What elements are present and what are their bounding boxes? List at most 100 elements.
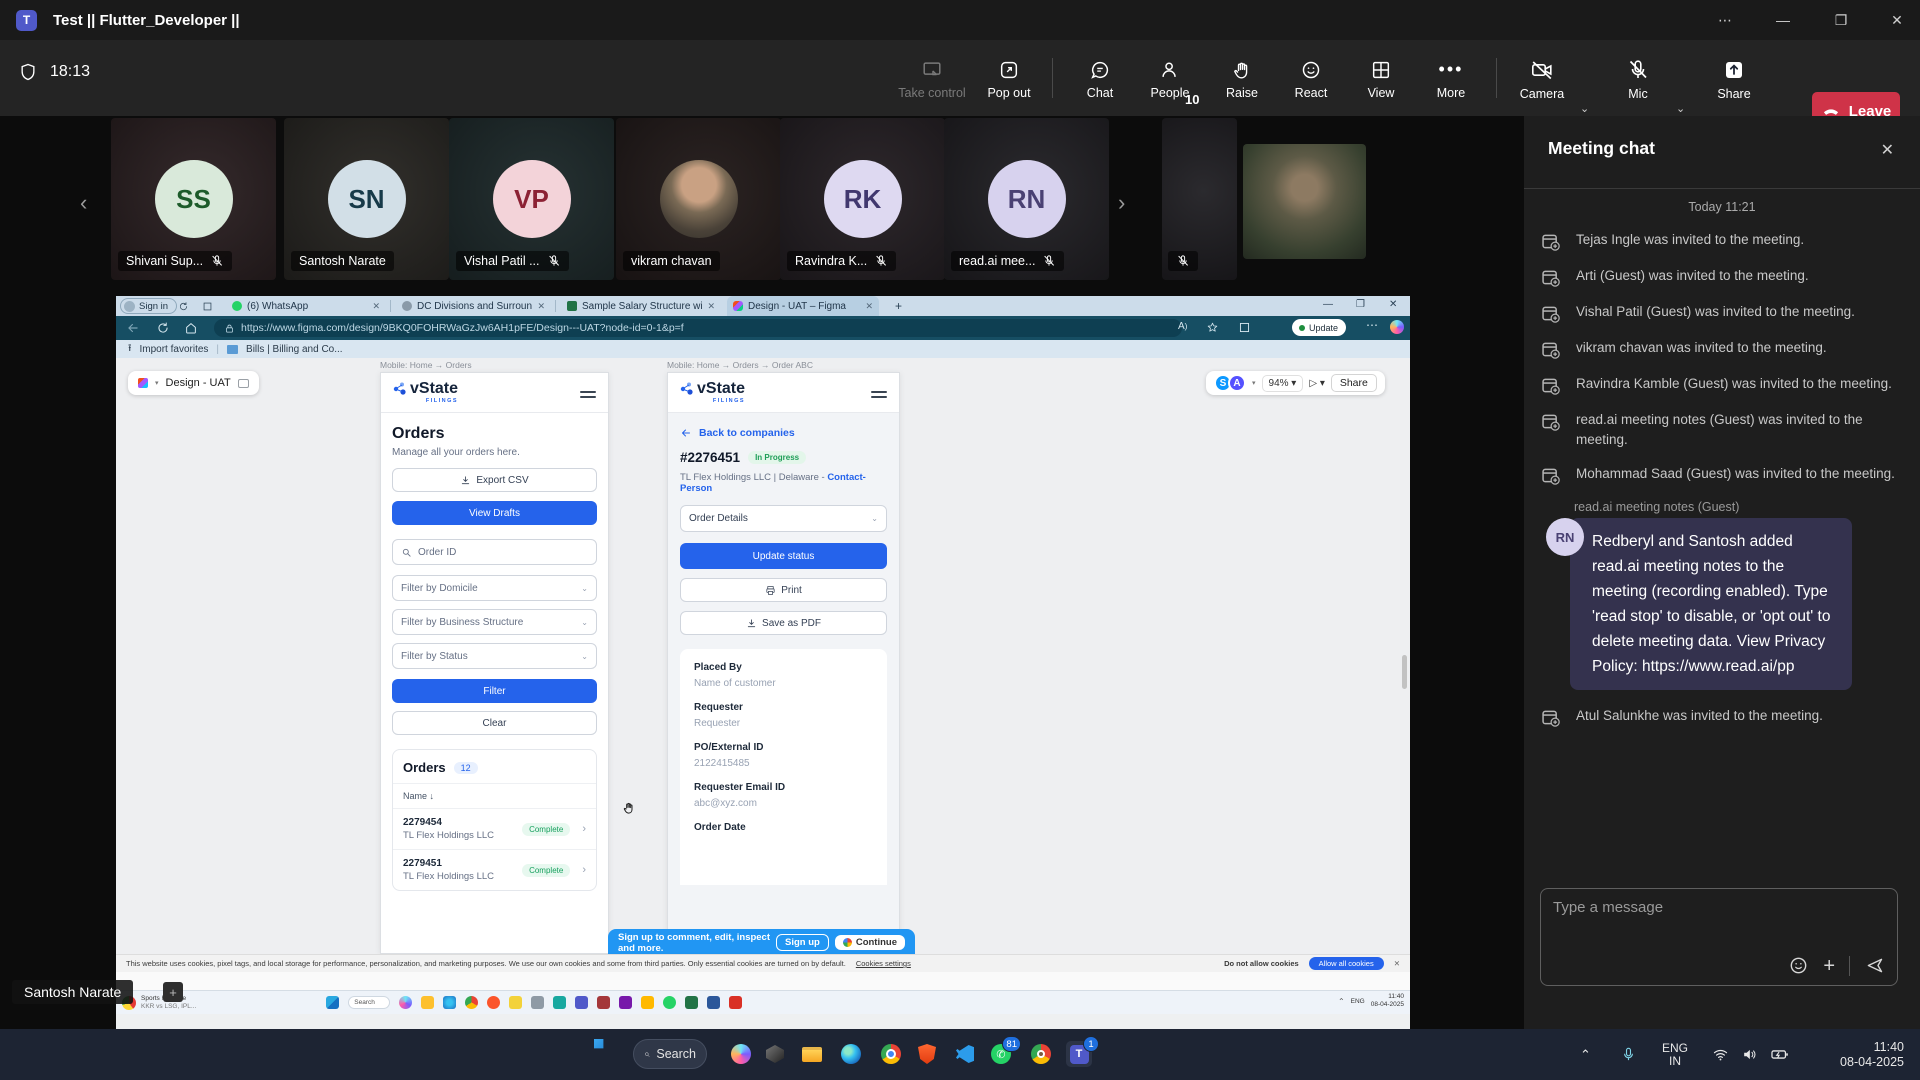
cookie-close-icon[interactable]: ✕ <box>1394 959 1400 968</box>
acrobat-icon[interactable] <box>729 996 742 1009</box>
teams-icon[interactable] <box>575 996 588 1009</box>
sign-up-button[interactable]: Sign up <box>776 934 829 951</box>
hamburger-menu-icon[interactable] <box>580 388 596 401</box>
tiles-next-icon[interactable]: › <box>1118 190 1125 216</box>
tray-expand-icon[interactable]: ⌃ <box>1580 1029 1591 1080</box>
minimize-icon[interactable]: — <box>1760 0 1806 40</box>
browser-menu-icon[interactable]: ⋯ <box>1366 318 1379 332</box>
split-screen-icon[interactable] <box>1238 321 1251 334</box>
participant-tile[interactable]: RN read.ai mee... <box>944 118 1109 280</box>
participant-tile[interactable]: vikram chavan <box>616 118 781 280</box>
frame1-label[interactable]: Mobile: Home → Orders <box>380 360 472 370</box>
back-icon[interactable] <box>126 321 140 335</box>
chevron-down-icon[interactable]: ▾ <box>1252 379 1256 387</box>
mic-chevron-icon[interactable]: ⌄ <box>1676 102 1685 115</box>
battery-icon[interactable] <box>1770 1029 1789 1080</box>
deny-cookies-button[interactable]: Do not allow cookies <box>1224 959 1299 968</box>
read-aloud-icon[interactable]: A) <box>1178 321 1187 332</box>
brave-icon[interactable] <box>487 996 500 1009</box>
tray-mic-icon[interactable] <box>1620 1029 1637 1080</box>
emoji-icon[interactable] <box>1788 955 1809 976</box>
camera-chevron-icon[interactable]: ⌄ <box>1580 102 1589 115</box>
excel-icon[interactable] <box>685 996 698 1009</box>
raise-button[interactable]: Raise <box>1210 48 1274 110</box>
browser-minimize-icon[interactable]: — <box>1323 299 1333 310</box>
chevron-right-icon[interactable]: › <box>582 864 586 876</box>
chat-message[interactable]: RN Redberyl and Santosh added read.ai me… <box>1540 518 1904 690</box>
pop-out-button[interactable]: Pop out <box>977 48 1041 110</box>
chrome-profile-icon[interactable] <box>1028 1041 1054 1067</box>
tab-close-icon[interactable]: ✕ <box>865 301 873 312</box>
chat-message-input[interactable] <box>1553 899 1873 916</box>
browser-profile-button[interactable]: Sign in <box>120 298 177 314</box>
export-csv-button[interactable]: Export CSV <box>392 468 597 492</box>
zoom-level-select[interactable]: 94% ▾ <box>1262 375 1304 392</box>
app-icon[interactable] <box>509 996 522 1009</box>
browser-tab-salary-sheet[interactable]: Sample Salary Structure with calc✕ <box>561 296 721 316</box>
close-icon[interactable]: ✕ <box>1874 0 1920 40</box>
taskbar-clock[interactable]: 11:4008-04-2025 <box>1812 1029 1904 1080</box>
vscode-icon[interactable] <box>952 1041 978 1067</box>
tab-close-icon[interactable]: ✕ <box>537 301 545 312</box>
send-icon[interactable] <box>1864 955 1885 976</box>
participant-tile-partial[interactable] <box>1162 118 1237 280</box>
app-icon[interactable] <box>531 996 544 1009</box>
chevron-down-icon[interactable]: ▾ <box>155 379 159 387</box>
clear-button[interactable]: Clear <box>392 711 597 735</box>
chat-button[interactable]: Chat <box>1068 48 1132 110</box>
print-button[interactable]: Print <box>680 578 887 602</box>
participant-tile[interactable]: SS Shivani Sup... <box>111 118 276 280</box>
browser-restore-icon[interactable]: ❐ <box>1356 299 1365 310</box>
refresh-icon[interactable] <box>156 321 170 335</box>
react-button[interactable]: React <box>1279 48 1343 110</box>
wifi-icon[interactable] <box>1712 1029 1729 1080</box>
game-bar-icon[interactable] <box>762 1041 788 1067</box>
chrome-icon[interactable] <box>878 1041 904 1067</box>
window-menu-icon[interactable]: ⋯ <box>1702 0 1748 40</box>
participant-tile[interactable]: VP Vishal Patil ... <box>449 118 614 280</box>
order-row[interactable]: 2279454 TL Flex Holdings LLC Complete › <box>393 808 596 849</box>
chat-message-list[interactable]: Today 11:21 Tejas Ingle was invited to t… <box>1540 200 1904 742</box>
attach-plus-icon[interactable]: + <box>1823 956 1835 976</box>
participant-tile[interactable]: RK Ravindra K... <box>780 118 945 280</box>
browser-tab-dc-divisions[interactable]: DC Divisions and Surroundings✕ <box>396 296 551 316</box>
collaborator-avatar[interactable]: A <box>1228 374 1246 392</box>
hamburger-menu-icon[interactable] <box>871 388 887 401</box>
app-icon[interactable] <box>553 996 566 1009</box>
tab-actions-icon[interactable] <box>178 301 189 312</box>
volume-icon[interactable] <box>1741 1029 1758 1080</box>
figma-file-pill[interactable]: ▾ Design - UAT <box>128 371 259 395</box>
tray-chevron-icon[interactable]: ⌃ <box>1338 997 1345 1006</box>
order-id-search[interactable]: Order ID <box>392 539 597 565</box>
allow-cookies-button[interactable]: Allow all cookies <box>1309 957 1384 970</box>
app-icon[interactable] <box>619 996 632 1009</box>
mic-button[interactable]: Mic <box>1606 48 1670 110</box>
brave-icon[interactable] <box>914 1041 940 1067</box>
save-as-pdf-button[interactable]: Save as PDF <box>680 611 887 635</box>
filter-domicile-select[interactable]: Filter by Domicile⌄ <box>392 575 597 601</box>
tray-language[interactable]: ENG <box>1351 998 1365 1005</box>
order-details-select[interactable]: Order Details⌄ <box>680 505 887 532</box>
whatsapp-icon[interactable] <box>663 996 676 1009</box>
copilot-taskbar-icon[interactable] <box>728 1041 754 1067</box>
favorites-folder[interactable]: Bills | Billing and Co... <box>246 344 343 355</box>
copilot-icon[interactable] <box>1390 320 1404 334</box>
chrome-icon[interactable] <box>465 996 478 1009</box>
search-pill[interactable]: Search <box>348 996 390 1009</box>
tab-close-icon[interactable]: ✕ <box>372 301 380 312</box>
browser-close-icon[interactable]: ✕ <box>1389 299 1397 310</box>
new-tab-icon[interactable]: + <box>895 299 902 313</box>
google-continue-button[interactable]: Continue <box>835 935 905 950</box>
tray-clock[interactable]: 11:40 08-04-2025 <box>1371 993 1404 1009</box>
tab-close-icon[interactable]: ✕ <box>707 301 715 312</box>
page-scrollbar-thumb[interactable] <box>1402 655 1407 689</box>
view-drafts-button[interactable]: View Drafts <box>392 501 597 525</box>
news-widget[interactable]: Sports headline KKR vs LSG, IPL... <box>122 995 196 1011</box>
start-icon[interactable] <box>326 996 339 1009</box>
import-favorites-link[interactable]: Import favorites <box>140 344 209 355</box>
browser-update-button[interactable]: Update <box>1292 319 1346 336</box>
tiles-prev-icon[interactable]: ‹ <box>80 190 87 216</box>
view-button[interactable]: View <box>1349 48 1413 110</box>
frame2-label[interactable]: Mobile: Home → Orders → Order ABC <box>667 360 813 370</box>
presenter-video-tile[interactable] <box>1243 144 1366 259</box>
